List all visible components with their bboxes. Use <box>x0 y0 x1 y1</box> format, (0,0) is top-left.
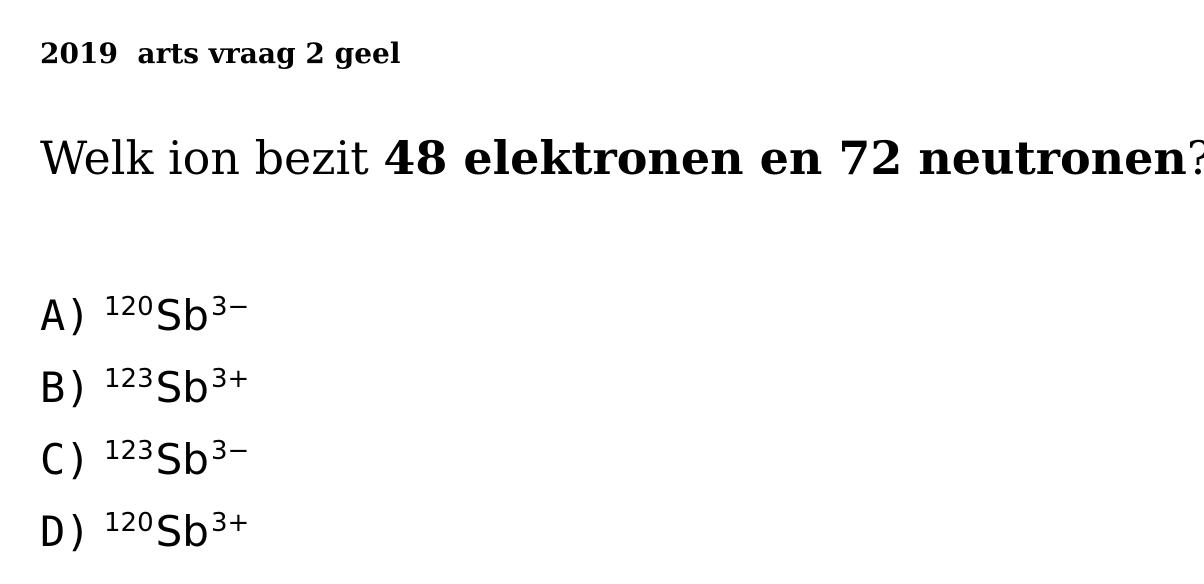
option-d[interactable]: D) 120 Sb 3+ <box>40 484 249 556</box>
mass-number: 120 <box>104 292 154 322</box>
question-emphasis: 48 elektronen en 72 neutronen <box>383 131 1187 185</box>
option-letter: B) <box>40 363 91 412</box>
mass-number: 123 <box>104 436 154 466</box>
element-symbol: Sb <box>155 435 209 484</box>
element-symbol: Sb <box>155 507 209 556</box>
mass-number: 123 <box>104 364 154 394</box>
option-a[interactable]: A) 120 Sb 3− <box>40 268 249 340</box>
ion-charge: 3− <box>210 292 250 322</box>
element-symbol: Sb <box>155 291 209 340</box>
ion-charge: 3− <box>210 436 250 466</box>
element-symbol: Sb <box>155 363 209 412</box>
option-c[interactable]: C) 123 Sb 3− <box>40 412 249 484</box>
option-letter: D) <box>40 507 91 556</box>
option-letter: A) <box>40 291 91 340</box>
question-suffix: ? <box>1187 131 1204 185</box>
exam-header: 2019 arts vraag 2 geel <box>40 37 401 70</box>
option-letter: C) <box>40 435 91 484</box>
ion-charge: 3+ <box>210 364 250 394</box>
question-text: Welk ion bezit 48 elektronen en 72 neutr… <box>40 128 1204 188</box>
mass-number: 120 <box>104 508 154 538</box>
question-prefix: Welk ion bezit <box>40 131 384 185</box>
answer-options: A) 120 Sb 3− B) 123 Sb 3+ C) 123 Sb 3− D… <box>40 268 249 556</box>
option-b[interactable]: B) 123 Sb 3+ <box>40 340 249 412</box>
ion-charge: 3+ <box>210 508 250 538</box>
